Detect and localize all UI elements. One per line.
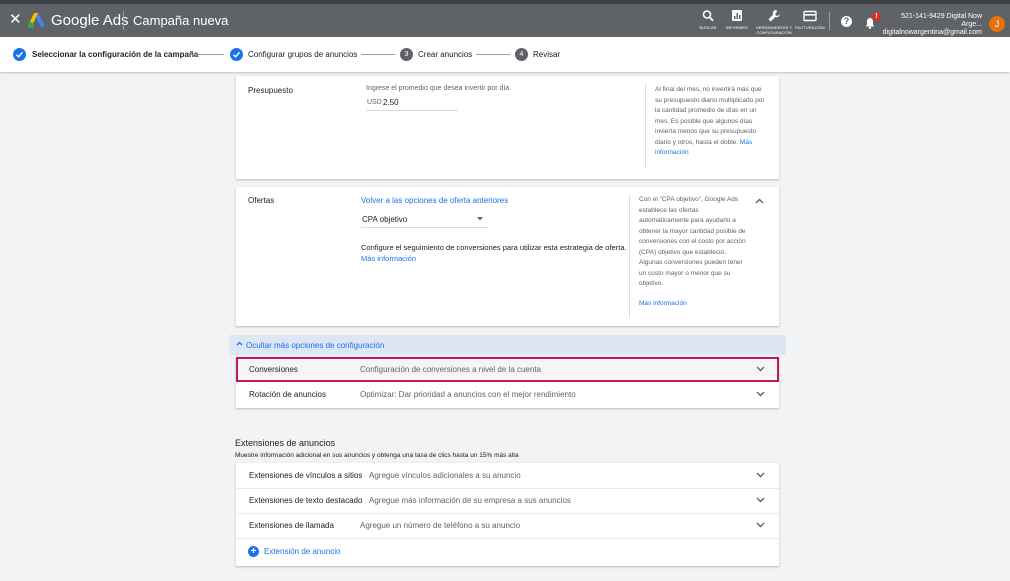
step-4-label[interactable]: Revisar	[533, 49, 560, 60]
call-extensions-value: Agregue un número de teléfono a su anunc…	[360, 521, 521, 530]
header-divider-2	[829, 12, 830, 30]
ad-rotation-label: Rotación de anuncios	[249, 390, 326, 399]
sitelink-extensions-row[interactable]: Extensiones de vínculos a sitios Agregue…	[236, 463, 779, 488]
account-id: 521-141-9429 Digital Now Arge...	[901, 13, 982, 28]
conversions-value: Configuración de conversiones a nivel de…	[360, 365, 542, 374]
callout-extensions-label: Extensiones de texto destacado	[249, 496, 363, 505]
conversions-label: Conversiones	[249, 365, 298, 374]
bid-strategy-select[interactable]: CPA objetivo	[361, 211, 488, 228]
header-divider	[123, 11, 124, 30]
step-3-number: 3	[400, 48, 413, 61]
page-title: Campaña nueva	[133, 13, 229, 28]
ad-rotation-value: Optimizar: Dar prioridad a anuncios con …	[360, 390, 576, 399]
wrench-icon	[768, 10, 780, 22]
billing-card-icon	[803, 10, 817, 22]
step-connector	[190, 54, 224, 55]
hide-more-options-label: Ocultar más opciones de configuración	[246, 341, 385, 350]
reports-tool-label: INFORMES	[726, 25, 748, 30]
search-tool-button[interactable]: BUSCAR	[697, 9, 719, 30]
conversions-row[interactable]: Conversiones Configuración de conversion…	[236, 357, 779, 382]
tools-settings-button[interactable]: HERRAMIENTAS Y CONFIGURACIÓN	[755, 9, 793, 35]
help-icon[interactable]: ?	[841, 16, 852, 27]
notification-badge: !	[872, 12, 881, 21]
billing-tool-button[interactable]: FACTURACIÓN	[795, 9, 825, 30]
search-icon	[702, 10, 714, 22]
extensions-card: Extensiones de vínculos a sitios Agregue…	[236, 463, 779, 566]
close-icon[interactable]: ✕	[9, 11, 22, 29]
campaign-stepper: Seleccionar la configuración de la campa…	[0, 37, 1010, 72]
budget-card: Presupuesto Ingrese el promedio que dese…	[236, 76, 779, 179]
sitelink-extensions-label: Extensiones de vínculos a sitios	[249, 471, 363, 480]
budget-input[interactable]: USD 2.50	[366, 96, 458, 111]
budget-help-text: Al final del mes, no invertirá más que s…	[655, 86, 765, 146]
billing-tool-label: FACTURACIÓN	[795, 25, 825, 30]
chevron-down-icon	[756, 366, 765, 372]
ad-rotation-row[interactable]: Rotación de anuncios Optimizar: Dar prio…	[236, 382, 779, 407]
search-tool-label: BUSCAR	[699, 25, 717, 30]
avatar[interactable]: J	[989, 16, 1005, 32]
conversion-tracking-note: Configure el seguimiento de conversiones…	[361, 243, 627, 252]
reports-tool-button[interactable]: INFORMES	[724, 9, 750, 30]
budget-prompt: Ingrese el promedio que desea invertir p…	[366, 85, 510, 92]
bids-label: Ofertas	[248, 196, 275, 205]
extensions-title: Extensiones de anuncios	[235, 438, 336, 448]
step-2-label[interactable]: Configurar grupos de anuncios	[248, 49, 357, 60]
budget-help: Al final del mes, no invertirá más que s…	[655, 85, 767, 159]
add-circle-icon: +	[248, 546, 259, 557]
row-divider	[236, 538, 779, 539]
help-divider	[629, 195, 630, 318]
callout-extensions-value: Agregue más información de su empresa a …	[369, 496, 571, 505]
dropdown-arrow-icon	[477, 217, 483, 221]
previous-bid-options-link[interactable]: Volver a las opciones de oferta anterior…	[361, 195, 508, 206]
chevron-down-icon	[756, 472, 765, 478]
bids-note-more-info-link[interactable]: Más información	[361, 253, 416, 264]
step-4-number: 4	[515, 48, 528, 61]
chevron-down-icon	[756, 391, 765, 397]
call-extensions-label: Extensiones de llamada	[249, 521, 334, 530]
chevron-up-icon[interactable]	[755, 198, 764, 204]
help-divider	[645, 84, 646, 169]
reports-icon	[732, 10, 742, 21]
account-info[interactable]: 521-141-9429 Digital Now Arge... digital…	[882, 13, 982, 37]
step-1-check-icon	[13, 48, 26, 61]
chevron-down-icon	[756, 497, 765, 503]
step-3-label[interactable]: Crear anuncios	[418, 49, 472, 60]
bids-card: Ofertas Volver a las opciones de oferta …	[236, 187, 779, 326]
extensions-subtitle: Muestre información adicional en sus anu…	[235, 452, 519, 459]
budget-value: 2.50	[383, 98, 399, 107]
app-header: ✕ Google Ads Campaña nueva BUSCAR INFORM…	[0, 4, 1010, 37]
call-extensions-row[interactable]: Extensiones de llamada Agregue un número…	[236, 513, 779, 538]
google-ads-logo-icon	[28, 13, 45, 28]
chevron-up-icon	[236, 341, 243, 346]
step-connector	[361, 54, 395, 55]
step-connector	[476, 54, 510, 55]
account-email: digitalnowargentina@gmail.com	[882, 29, 982, 36]
budget-label: Presupuesto	[248, 86, 293, 95]
chevron-down-icon	[756, 522, 765, 528]
brand-name: Google Ads	[51, 12, 129, 29]
currency-prefix: USD	[367, 99, 382, 106]
hide-more-options-toggle[interactable]: Ocultar más opciones de configuración	[229, 335, 786, 355]
add-ad-extension-label: Extensión de anuncio	[264, 547, 341, 556]
step-2-check-icon	[230, 48, 243, 61]
bids-help: Con el "CPA objetivo", Google Ads establ…	[639, 195, 749, 290]
tools-settings-label: HERRAMIENTAS Y CONFIGURACIÓN	[755, 25, 793, 35]
step-1-label[interactable]: Seleccionar la configuración de la campa…	[32, 49, 198, 60]
sitelink-extensions-value: Agregue vínculos adicionales a su anunci…	[369, 471, 521, 480]
bid-strategy-value: CPA objetivo	[362, 215, 408, 224]
bids-help-more-info-link[interactable]: Más información	[639, 299, 687, 310]
callout-extensions-row[interactable]: Extensiones de texto destacado Agregue m…	[236, 488, 779, 513]
bids-help-text: Con el "CPA objetivo", Google Ads establ…	[639, 196, 746, 287]
